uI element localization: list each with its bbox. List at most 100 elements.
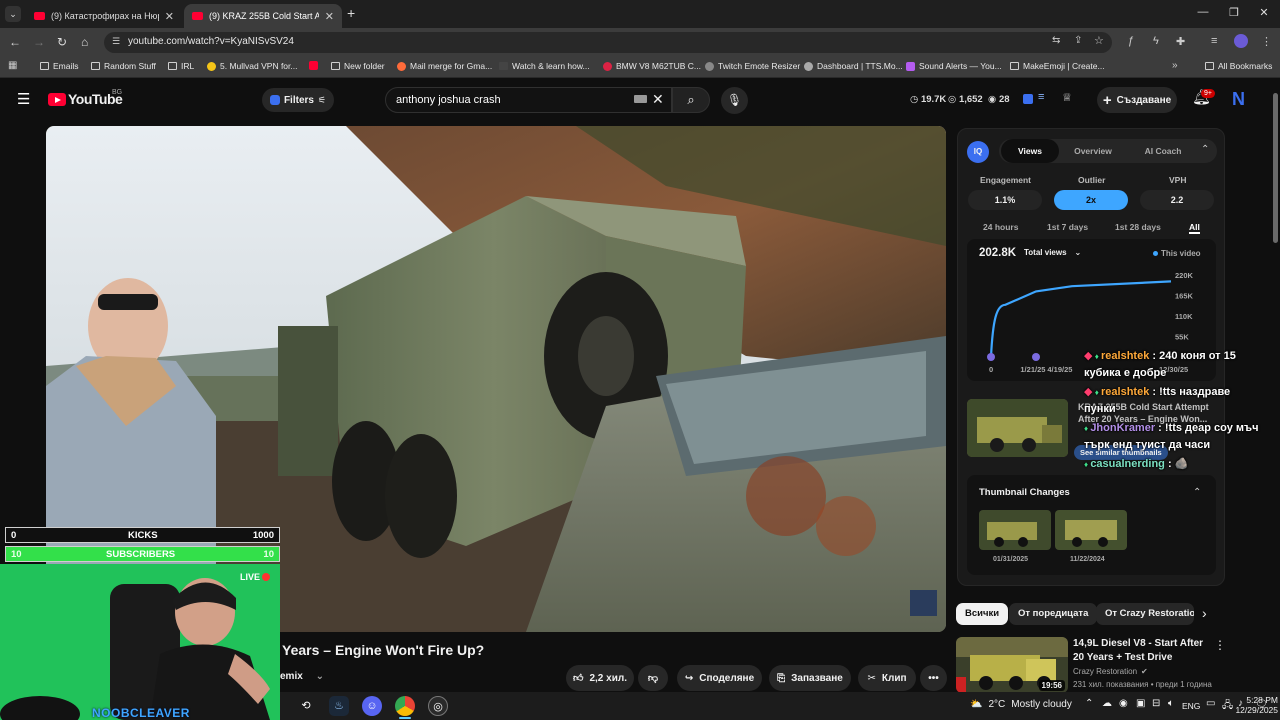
thumbnail-change-marker[interactable] [987,353,995,361]
voice-search-button[interactable]: 🎙 [721,87,748,114]
more-bookmarks-icon[interactable]: » [1172,60,1178,71]
bookmark-mail-merge[interactable]: Mail merge for Gma... [397,61,492,71]
channel-name-partial[interactable]: emix ⌄ [280,671,324,682]
back-icon[interactable]: ← [9,35,21,49]
discord-icon[interactable]: ☺ [362,696,382,716]
bookmark-twitch-resizer[interactable]: Twitch Emote Resizer [705,61,800,71]
chip-all[interactable]: Всички [956,603,1009,625]
account-avatar[interactable]: N [1232,89,1245,110]
range-28-days[interactable]: 1st 28 days [1115,222,1161,232]
reload-icon[interactable]: ↻ [57,35,67,49]
chrome-menu-icon[interactable]: ⋮ [1261,35,1272,48]
search-box[interactable]: anthony joshua crash ✕ [385,87,672,113]
tray-app-icon[interactable]: ☁ [1102,698,1112,709]
dislike-button[interactable]: 👎︎ [638,665,668,691]
address-bar[interactable]: ☰ youtube.com/watch?v=KyaNISvSV24 ⇆ ⇪ ☆ [104,32,1112,53]
thumbnail-change-1[interactable] [979,510,1051,550]
steam-icon[interactable]: ♨ [329,696,349,716]
obs-icon[interactable]: ◎ [428,696,448,716]
media-controls-icon[interactable]: ≡ [1211,35,1217,47]
clip-button[interactable]: ✂ Клип [858,665,916,691]
bookmark-emails[interactable]: Emails [40,61,79,71]
translate-icon[interactable]: ⇆ [1052,35,1060,46]
search-button[interactable]: ⌕ [672,87,710,113]
recommended-menu-icon[interactable]: ⋮ [1214,638,1226,652]
close-tab-icon[interactable]: ✕ [325,10,334,23]
extensions-puzzle-icon[interactable]: ✚ [1176,35,1185,48]
bookmark-watch-learn[interactable]: Watch & learn how... [499,61,590,71]
volume-icon[interactable]: 🔈︎ [1168,698,1174,709]
recommended-title[interactable]: 14,9L Diesel V8 - Start After 20 Years +… [1073,637,1213,665]
chips-next-icon[interactable]: › [1202,605,1207,621]
collapse-panel-icon[interactable]: ⌃ [1201,144,1209,155]
similar-thumbnail[interactable] [967,399,1068,457]
list-icon[interactable]: ≡ [1038,91,1044,103]
bookmark-makeemoji[interactable]: MakeEmoji | Create... [1010,61,1105,71]
forward-icon[interactable]: → [33,35,45,49]
range-24-hours[interactable]: 24 hours [983,222,1018,232]
collapse-section-icon[interactable]: ⌃ [1193,487,1201,498]
weather-widget[interactable]: ⛅ 2°C Mostly cloudy [970,699,1072,710]
range-all[interactable]: All [1189,222,1200,234]
language-indicator[interactable]: ENG [1182,701,1200,711]
clear-search-icon[interactable]: ✕ [652,91,664,108]
tray-overflow-icon[interactable]: ⌃ [1085,698,1093,709]
share-button[interactable]: ↪ Споделяне [677,665,762,691]
bookmark-irl[interactable]: IRL [168,61,194,71]
page-scrollbar[interactable] [1271,79,1280,692]
home-icon[interactable]: ⌂ [81,35,88,49]
close-tab-icon[interactable]: ✕ [165,10,174,23]
all-bookmarks[interactable]: All Bookmarks [1205,61,1272,71]
keyboard-icon[interactable] [634,95,647,103]
chip-from-channel[interactable]: От Crazy Restoration [1096,603,1194,625]
scrollbar-thumb[interactable] [1273,93,1278,243]
profile-avatar[interactable] [1234,34,1248,48]
taskbar-app-icon[interactable]: ⟲ [296,696,316,716]
site-info-icon[interactable]: ☰ [112,36,120,47]
save-button[interactable]: ⎘ Запазване [769,665,851,691]
install-icon[interactable]: ⇪ [1074,35,1082,46]
minimize-icon[interactable]: — [1188,6,1218,18]
thumbnail-change-2[interactable] [1055,510,1127,550]
chip-from-series[interactable]: От поредицата [1009,603,1098,625]
tray-app-icon[interactable]: ◉ [1119,698,1128,709]
tab-overview[interactable]: Overview [1064,139,1122,163]
recommended-thumbnail[interactable]: 19:56 [956,637,1068,693]
mini-preview-thumb[interactable] [910,590,937,616]
chrome-icon[interactable] [395,696,415,716]
bookmark-bmw[interactable]: BMW V8 M62TUB C... [603,61,701,71]
bookmark-new-folder[interactable]: New folder [331,61,385,71]
like-button[interactable]: 👍︎ 2,2 хил. [566,665,634,691]
close-window-icon[interactable]: ✕ [1249,6,1279,19]
restore-icon[interactable]: ❐ [1219,6,1249,19]
trophy-icon[interactable]: ♕ [1062,91,1072,104]
bookmark-youtube[interactable] [309,61,318,70]
bookmark-tts-dashboard[interactable]: Dashboard | TTS.Mo... [804,61,903,71]
extension-f-icon[interactable]: ƒ [1128,35,1134,47]
tray-app-icon[interactable]: ▭ [1206,698,1215,709]
bookmark-mullvad[interactable]: 5. Mullvad VPN for... [207,61,297,71]
notification-center-icon[interactable]: 🗨 [1255,699,1268,710]
thumbnail-change-marker[interactable] [1032,353,1040,361]
tray-app-icon[interactable]: ⊟ [1152,698,1160,709]
extension-bolt-icon[interactable]: ϟ [1153,35,1159,47]
range-7-days[interactable]: 1st 7 days [1047,222,1088,232]
tray-app-icon[interactable]: ▣ [1136,698,1145,709]
create-button[interactable]: + Създаване [1097,87,1177,113]
filters-button[interactable]: Filters ⚟ [262,88,334,112]
bookmark-sound-alerts[interactable]: Sound Alerts — You... [906,61,1002,71]
apps-grid-icon[interactable]: ▦ [8,60,17,71]
new-tab-icon[interactable]: + [347,5,355,21]
tab-1[interactable]: (9) Катастрофирах на Нюр ✕ [26,4,182,28]
tab-search-button[interactable]: ⌄ [5,6,21,22]
vidiq-toolbar-icon[interactable] [1023,94,1033,104]
bookmark-star-icon[interactable]: ☆ [1094,34,1104,47]
recommended-channel[interactable]: Crazy Restoration ✔ [1073,667,1148,676]
hamburger-menu-icon[interactable]: ☰ [17,90,30,108]
tab-views[interactable]: Views [1001,139,1059,163]
bookmark-random-stuff[interactable]: Random Stuff [91,61,156,71]
tab-ai-coach[interactable]: AI Coach [1129,139,1197,163]
more-actions-button[interactable]: ••• [920,665,947,691]
tab-2[interactable]: (9) KRAZ 255B Cold Start At ✕ [184,4,342,28]
search-input[interactable]: anthony joshua crash [396,94,501,106]
